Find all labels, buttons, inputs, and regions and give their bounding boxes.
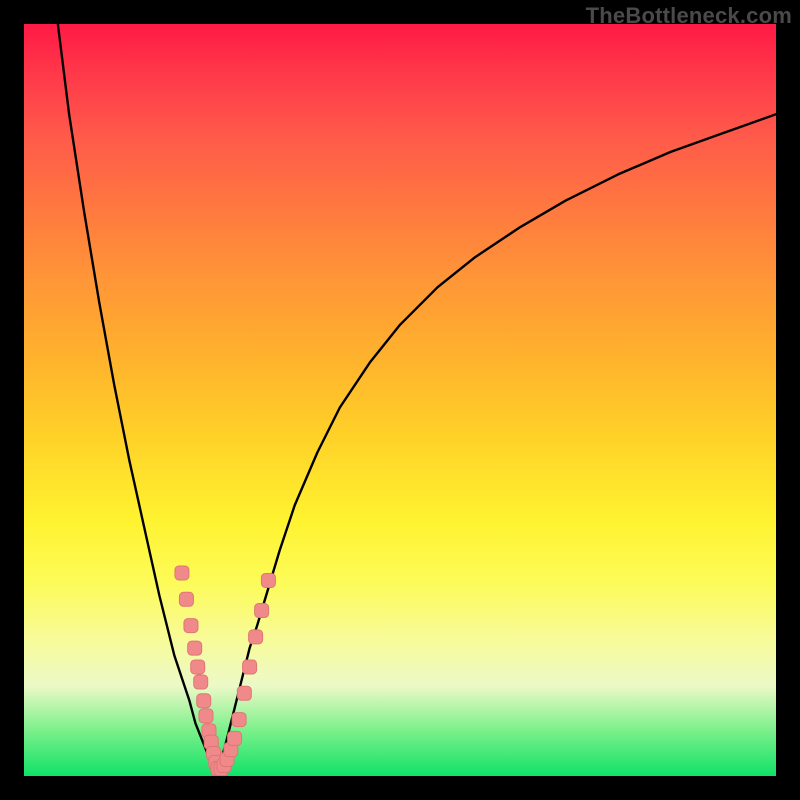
marker-point (199, 709, 213, 723)
marker-point (194, 675, 208, 689)
marker-point (191, 660, 205, 674)
chart-frame: TheBottleneck.com (0, 0, 800, 800)
marker-point (228, 731, 242, 745)
marker-point (243, 660, 257, 674)
curve-right-branch (217, 114, 776, 772)
marker-point (232, 713, 246, 727)
chart-svg (24, 24, 776, 776)
marker-group (175, 566, 275, 776)
plot-area (24, 24, 776, 776)
marker-point (197, 694, 211, 708)
marker-point (184, 619, 198, 633)
marker-point (261, 573, 275, 587)
marker-point (188, 641, 202, 655)
marker-point (255, 604, 269, 618)
marker-point (179, 592, 193, 606)
marker-point (237, 686, 251, 700)
marker-point (249, 630, 263, 644)
marker-point (175, 566, 189, 580)
